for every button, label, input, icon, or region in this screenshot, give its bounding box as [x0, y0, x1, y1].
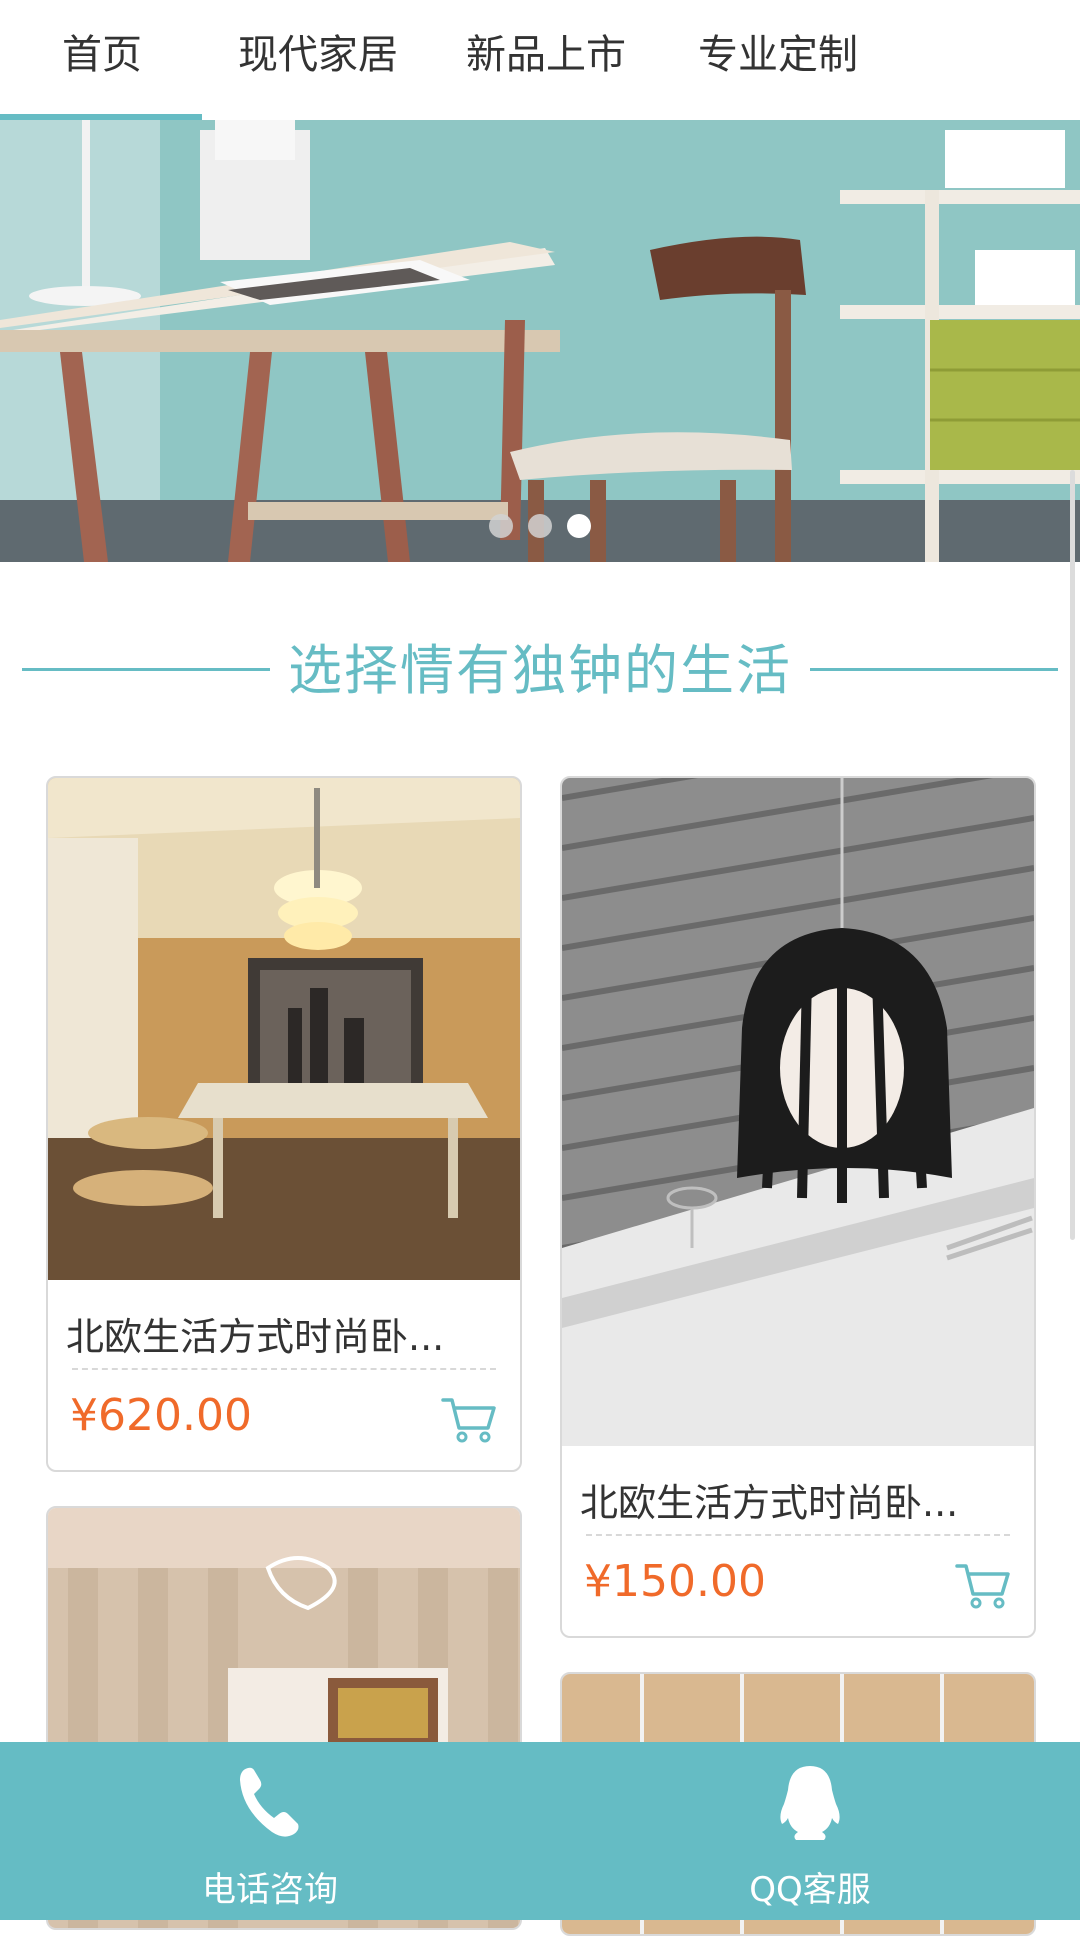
carousel-dots [0, 514, 1080, 542]
card-divider [586, 1534, 1010, 1536]
section-header: 选择情有独钟的生活 [0, 620, 1080, 702]
qq-service-button[interactable]: QQ客服 [540, 1742, 1080, 1920]
phone-consult-label: 电话咨询 [202, 1870, 338, 1910]
nav-item-new-arrivals[interactable]: 新品上市 [466, 22, 626, 80]
product-name[interactable]: 北欧生活方式时尚卧... [66, 1306, 444, 1361]
carousel-dot[interactable] [528, 514, 552, 538]
card-divider [72, 1368, 496, 1370]
top-nav: 首页 现代家居 新品上市 专业定制 [0, 0, 1080, 121]
shopping-cart-icon[interactable] [440, 1394, 498, 1444]
banner-image [0, 120, 1080, 562]
carousel-dot[interactable] [488, 514, 513, 538]
qq-service-label: QQ客服 [749, 1870, 871, 1910]
product-image [48, 778, 520, 1280]
nav-item-home[interactable]: 首页 [62, 22, 142, 80]
product-card[interactable]: 北欧生活方式时尚卧... ¥150.00 [560, 776, 1036, 1638]
phone-icon [240, 1767, 299, 1837]
phone-consult-button[interactable]: 电话咨询 [0, 1742, 540, 1920]
product-name[interactable]: 北欧生活方式时尚卧... [580, 1472, 958, 1527]
product-price: ¥150.00 [584, 1556, 766, 1607]
product-price: ¥620.00 [70, 1390, 252, 1441]
carousel-dot-active[interactable] [567, 514, 592, 538]
title-divider-right [810, 668, 1058, 671]
section-title: 选择情有独钟的生活 [288, 639, 792, 702]
nav-item-custom[interactable]: 专业定制 [698, 22, 858, 80]
shopping-cart-icon[interactable] [954, 1560, 1012, 1610]
nav-item-modern-home[interactable]: 现代家居 [238, 22, 398, 80]
bottom-action-bar: 电话咨询 QQ客服 [0, 1742, 1080, 1920]
qq-penguin-icon [780, 1766, 840, 1840]
scrollbar[interactable] [1070, 470, 1075, 1240]
banner-carousel[interactable] [0, 120, 1080, 562]
product-card[interactable]: 北欧生活方式时尚卧... ¥620.00 [46, 776, 522, 1472]
product-image [562, 778, 1034, 1446]
